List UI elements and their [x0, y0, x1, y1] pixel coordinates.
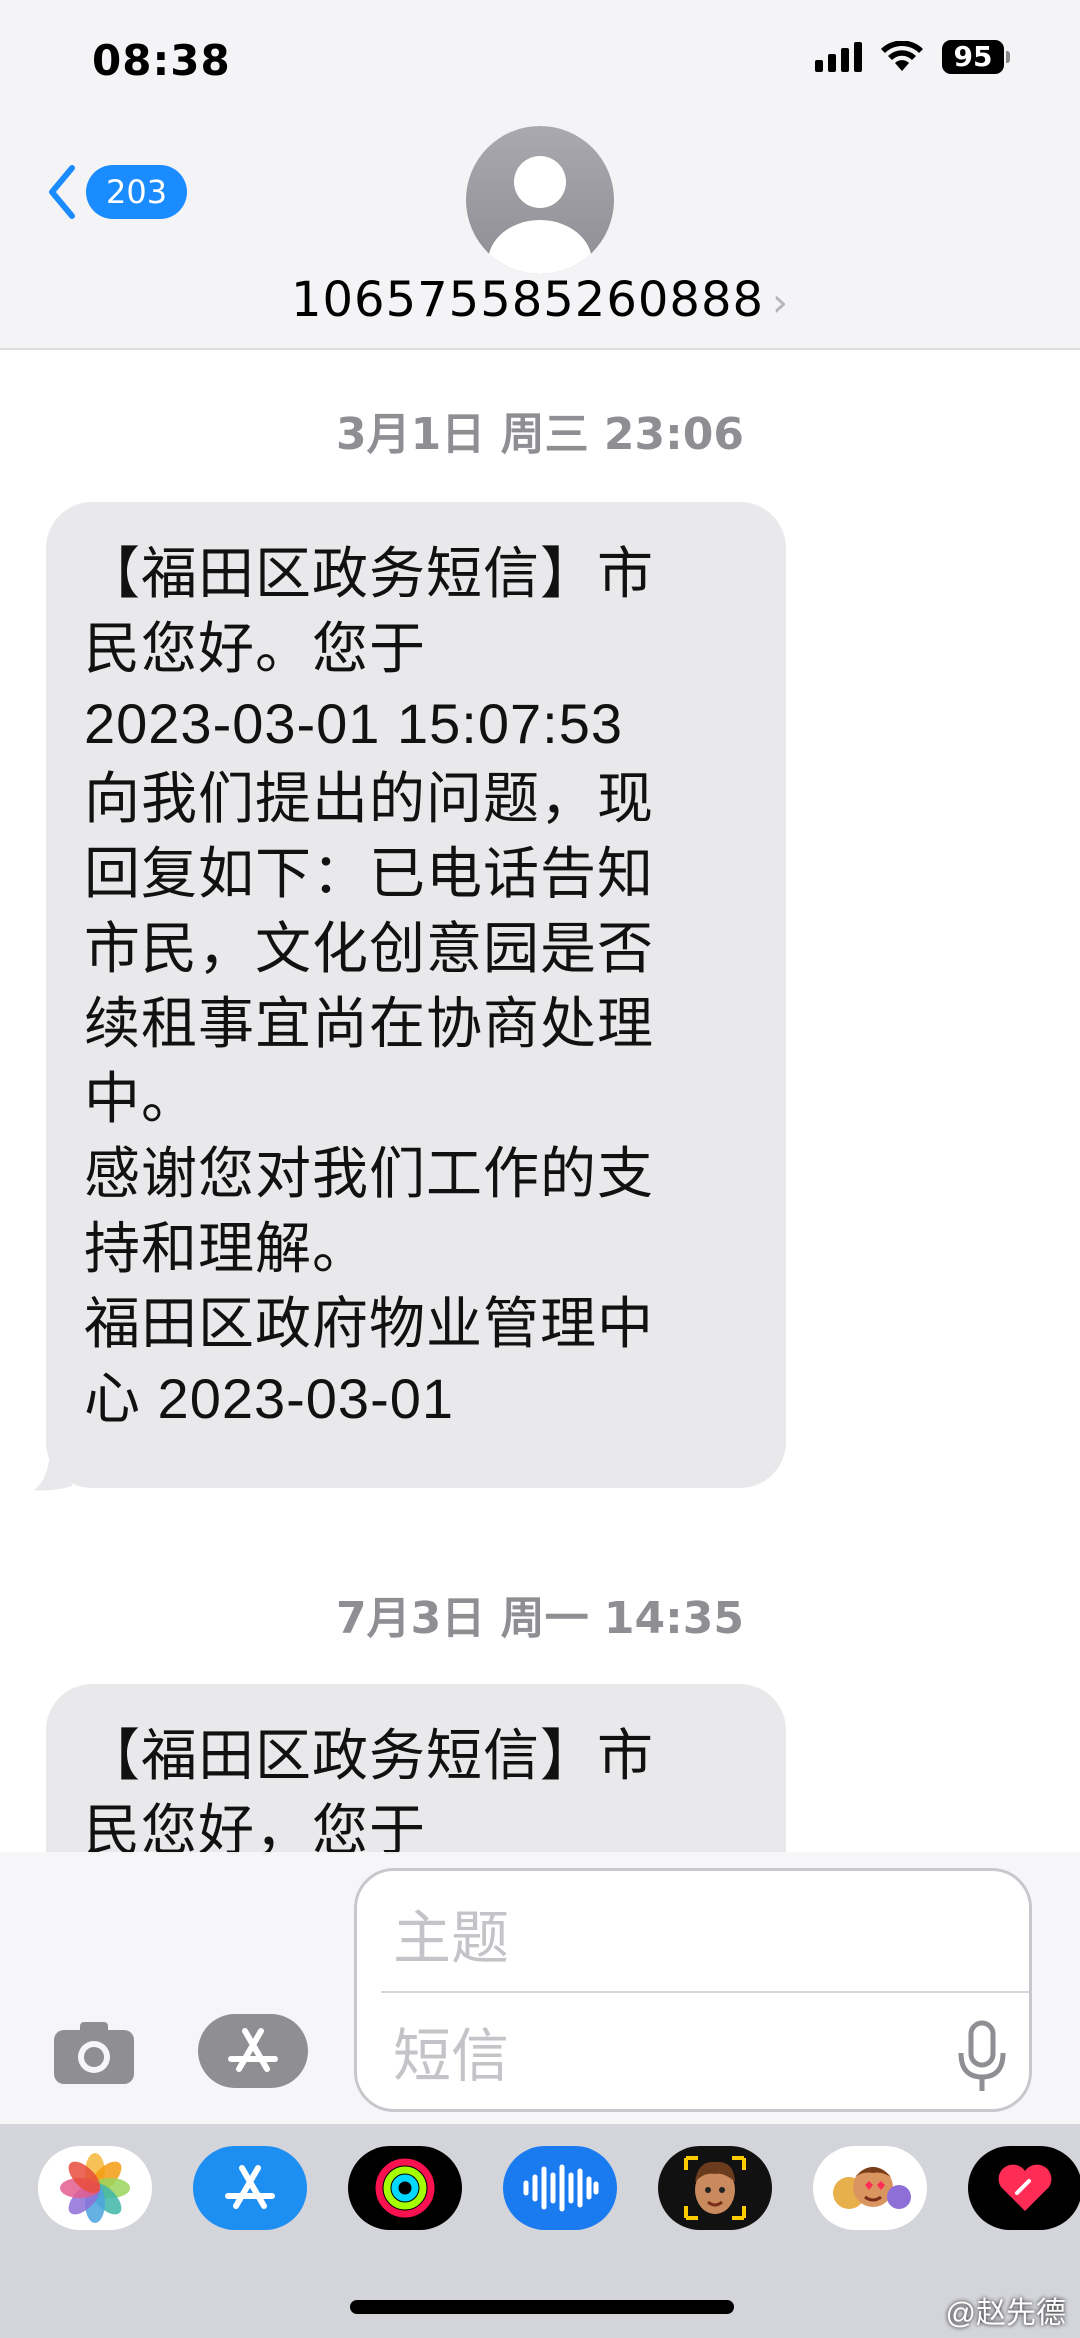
- audio-message-icon[interactable]: [503, 2146, 617, 2230]
- message-line: 2023-03-01 15:07:53: [84, 692, 623, 755]
- message-line: 【福田区政务短信】市: [84, 1724, 654, 1787]
- chevron-right-icon: ›: [772, 280, 790, 326]
- status-time: 08:38: [92, 36, 231, 85]
- composer-divider: [381, 1991, 1029, 1993]
- message-line: 心 2023-03-01: [84, 1367, 455, 1430]
- bubble-tail: [34, 1452, 72, 1491]
- contact-number-text: 106575585260888: [290, 272, 765, 328]
- message-line: 福田区政府物业管理中: [84, 1292, 654, 1355]
- subject-field[interactable]: 主题: [393, 1891, 509, 1975]
- message-line: 感谢您对我们工作的支: [84, 1142, 654, 1205]
- cellular-signal-icon: [815, 42, 862, 72]
- message-composer[interactable]: 主题 短信: [354, 1868, 1032, 2112]
- message-timestamp: 7月3日 周一 14:35: [336, 1593, 744, 1644]
- message-line: 回复如下：已电话告知: [84, 842, 654, 905]
- message-line: 【福田区政务短信】市: [84, 542, 654, 605]
- message-line: 续租事宜尚在协商处理: [84, 992, 654, 1055]
- chevron-left-icon: [49, 165, 75, 219]
- app-store-button[interactable]: [198, 2014, 308, 2088]
- app-store-icon: [228, 2028, 278, 2072]
- message-line: 向我们提出的问题，现: [84, 767, 654, 830]
- home-indicator[interactable]: [350, 2300, 734, 2314]
- watermark: @赵先德: [945, 2297, 1066, 2330]
- message-input[interactable]: 短信: [393, 2009, 509, 2093]
- back-button[interactable]: 203: [46, 164, 188, 220]
- fitness-icon[interactable]: [348, 2146, 462, 2230]
- battery-level: 95: [942, 40, 1004, 74]
- message-line: 持和理解。: [84, 1217, 369, 1280]
- camera-icon[interactable]: [50, 2018, 138, 2088]
- conversation-header: 08:38 95 203 106575585260888 ›: [0, 0, 1080, 350]
- wifi-icon: [880, 41, 924, 73]
- photos-icon[interactable]: [38, 2146, 152, 2230]
- digital-touch-icon[interactable]: [968, 2146, 1080, 2230]
- memoji-stickers-icon[interactable]: [813, 2146, 927, 2230]
- contact-avatar[interactable]: [466, 126, 614, 274]
- message-line: 中。: [84, 1067, 198, 1130]
- message-line: 市民，文化创意园是否: [84, 917, 654, 980]
- message-line: 民您好。您于: [84, 617, 426, 680]
- unread-count-badge: 203: [86, 165, 188, 219]
- app-store-icon[interactable]: [193, 2146, 307, 2230]
- memoji-icon[interactable]: [658, 2146, 772, 2230]
- message-bubble[interactable]: 【福田区政务短信】市 民您好。您于 2023-03-01 15:07:53 向我…: [46, 502, 786, 1488]
- message-timestamp: 3月1日 周三 23:06: [336, 409, 744, 460]
- person-icon: [488, 156, 592, 274]
- status-indicators: 95: [815, 40, 1010, 74]
- contact-name[interactable]: 106575585260888 ›: [0, 272, 1080, 328]
- battery-icon: 95: [942, 40, 1010, 74]
- microphone-icon[interactable]: [955, 2019, 1009, 2095]
